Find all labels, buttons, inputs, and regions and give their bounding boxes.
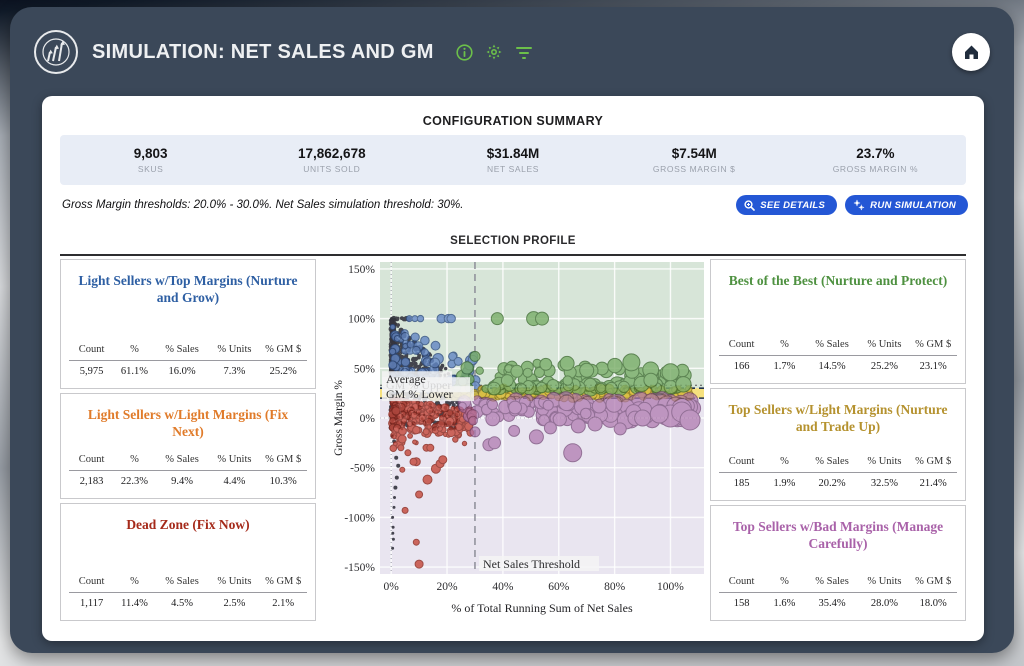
- growth-arrows-icon: [41, 37, 71, 67]
- panel-title: Light Sellers w/Light Margins (Fix Next): [61, 394, 315, 441]
- x-axis-label: % of Total Running Sum of Net Sales: [451, 601, 633, 615]
- table-row: 1851.9%20.2%32.5%21.4%: [719, 472, 957, 494]
- table-header-row: Count%% Sales% Units% GM $: [719, 334, 957, 355]
- y-tick: 0%: [360, 413, 376, 425]
- net-sales-threshold-label: Net Sales Threshold: [483, 557, 580, 571]
- panel-title: Light Sellers w/Top Margins (Nurture and…: [61, 260, 315, 307]
- app-logo: [34, 30, 78, 74]
- table-row: 1661.7%14.5%25.2%23.1%: [719, 355, 957, 377]
- table-header-row: Count%% Sales% Units% GM $: [719, 451, 957, 472]
- y-axis-label: Gross Margin %: [333, 380, 345, 456]
- panel-table: Count%% Sales% Units% GM $ 5,97561.1%16.…: [61, 339, 315, 388]
- right-panel-column: Best of the Best (Nurture and Protect) C…: [710, 259, 966, 621]
- panel-table: Count%% Sales% Units% GM $ 1,11711.4%4.5…: [61, 571, 315, 620]
- selection-profile-title: SELECTION PROFILE: [42, 235, 984, 247]
- filter-icon[interactable]: [515, 45, 533, 60]
- x-tick: 80%: [604, 581, 626, 593]
- app-frame: SIMULATION: NET SALES AND GM: [10, 7, 1014, 653]
- panel-light-sellers-light-margins[interactable]: Light Sellers w/Light Margins (Fix Next)…: [60, 393, 316, 499]
- panel-table: Count%% Sales% Units% GM $ 1851.9%20.2%3…: [711, 451, 965, 500]
- x-tick: 100%: [657, 581, 684, 593]
- panel-title: Top Sellers w/Bad Margins (Manage Carefu…: [711, 506, 965, 553]
- panel-title: Top Sellers w/Light Margins (Nurture and…: [711, 389, 965, 436]
- panel-dead-zone[interactable]: Dead Zone (Fix Now) Count%% Sales% Units…: [60, 503, 316, 621]
- see-details-button[interactable]: SEE DETAILS: [736, 195, 837, 215]
- y-tick: -100%: [344, 512, 375, 524]
- table-header-row: Count%% Sales% Units% GM $: [69, 339, 307, 360]
- left-panel-column: Light Sellers w/Top Margins (Nurture and…: [60, 259, 316, 621]
- average-label: Average: [386, 372, 426, 386]
- table-row: 5,97561.1%16.0%7.3%25.2%: [69, 360, 307, 382]
- stat-skus: 9,803 SKUs: [60, 146, 241, 174]
- gears-icon: [853, 199, 865, 211]
- home-button[interactable]: [952, 33, 990, 71]
- top-header: SIMULATION: NET SALES AND GM: [34, 25, 990, 79]
- run-simulation-button[interactable]: RUN SIMULATION: [845, 195, 968, 215]
- table-row: 1,11711.4%4.5%2.5%2.1%: [69, 592, 307, 614]
- gear-icon[interactable]: [485, 43, 503, 61]
- magnifier-icon: [744, 200, 755, 211]
- stat-units-sold: 17,862,678 UNITS SOLD: [241, 146, 422, 174]
- table-header-row: Count%% Sales% Units% GM $: [719, 571, 957, 592]
- table-row: 1581.6%35.4%28.0%18.0%: [719, 592, 957, 614]
- home-icon: [963, 44, 980, 60]
- panel-top-sellers-bad-margins[interactable]: Top Sellers w/Bad Margins (Manage Carefu…: [710, 505, 966, 621]
- y-tick: -50%: [350, 463, 375, 475]
- gm-lower-label: GM % Lower: [386, 387, 453, 401]
- config-summary-title: CONFIGURATION SUMMARY: [42, 114, 984, 128]
- y-tick: 150%: [348, 264, 375, 276]
- table-header-row: Count%% Sales% Units% GM $: [69, 449, 307, 470]
- panel-table: Count%% Sales% Units% GM $ 1661.7%14.5%2…: [711, 334, 965, 383]
- panel-title: Dead Zone (Fix Now): [61, 504, 315, 534]
- y-tick: 50%: [354, 363, 376, 375]
- table-header-row: Count%% Sales% Units% GM $: [69, 571, 307, 592]
- panel-light-sellers-top-margins[interactable]: Light Sellers w/Top Margins (Nurture and…: [60, 259, 316, 389]
- y-tick: 100%: [348, 314, 375, 326]
- thresholds-text: Gross Margin thresholds: 20.0% - 30.0%. …: [62, 199, 463, 211]
- y-tick: -150%: [344, 562, 375, 574]
- panel-table: Count%% Sales% Units% GM $ 2,18322.3%9.4…: [61, 449, 315, 498]
- x-tick: 40%: [492, 581, 514, 593]
- page-title: SIMULATION: NET SALES AND GM: [92, 41, 434, 64]
- table-row: 2,18322.3%9.4%4.4%10.3%: [69, 470, 307, 492]
- scatter-chart[interactable]: GM % UpperAverageGM % LowerNet Sales Thr…: [330, 256, 708, 624]
- info-icon[interactable]: [456, 44, 473, 61]
- panel-title: Best of the Best (Nurture and Protect): [711, 260, 965, 290]
- x-tick: 20%: [436, 581, 458, 593]
- panel-table: Count%% Sales% Units% GM $ 1581.6%35.4%2…: [711, 571, 965, 620]
- stat-gross-margin-pct: 23.7% GROSS MARGIN %: [785, 146, 966, 174]
- stat-gross-margin-dollars: $7.54M GROSS MARGIN $: [604, 146, 785, 174]
- dashboard-card: CONFIGURATION SUMMARY 9,803 SKUs 17,862,…: [42, 96, 984, 641]
- stats-bar: 9,803 SKUs 17,862,678 UNITS SOLD $31.84M…: [60, 135, 966, 185]
- stat-net-sales: $31.84M NET SALES: [422, 146, 603, 174]
- panel-top-sellers-light-margins[interactable]: Top Sellers w/Light Margins (Nurture and…: [710, 388, 966, 501]
- x-tick: 60%: [548, 581, 570, 593]
- x-tick: 0%: [384, 581, 400, 593]
- panel-best-of-best[interactable]: Best of the Best (Nurture and Protect) C…: [710, 259, 966, 384]
